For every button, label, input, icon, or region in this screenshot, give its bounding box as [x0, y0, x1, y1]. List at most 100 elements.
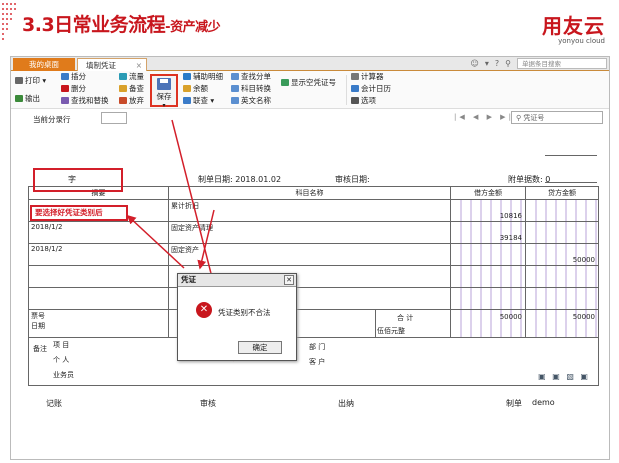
bookkeep-label: 记账	[46, 399, 62, 408]
total-debit-cell: 50000	[450, 309, 526, 338]
credit-cell[interactable]	[525, 287, 599, 310]
table-row: 2018/1/2 固定资产清理 39184	[28, 221, 599, 244]
calendar-icon	[351, 85, 359, 92]
english-name-label: 英文名称	[241, 96, 271, 105]
tab-home[interactable]: 我的桌面	[13, 58, 75, 71]
slide-title: 3.3日常业务流程-资产减少	[22, 10, 221, 37]
smiley-icon[interactable]: ☺	[471, 59, 479, 68]
voucher-search-input[interactable]: ⚲ 凭证号	[511, 111, 603, 124]
ticket-date-label: 日期	[31, 322, 45, 330]
col-debit-header: 借方金额	[450, 186, 526, 200]
export-button[interactable]: 输出	[15, 93, 40, 105]
view-split-button[interactable]: 查找分单	[231, 71, 271, 83]
aux-detail-button[interactable]: 辅助明细	[183, 71, 223, 83]
tab-bar: 我的桌面 填制凭证 × ☺ ▾ ? ⚲ 单据条目搜索	[11, 57, 609, 71]
dropdown-icon[interactable]: ▾	[485, 59, 489, 68]
insert-entry-button[interactable]: 插分	[61, 71, 86, 83]
summary-cell[interactable]: 2018/1/2	[28, 243, 169, 266]
review-date-label: 审核日期:	[335, 175, 370, 184]
total-divider	[375, 310, 376, 337]
total-credit-cell: 50000	[525, 309, 599, 338]
attach-count: 附单据数: 0	[508, 174, 550, 185]
print-button[interactable]: 打印 ▾	[15, 75, 46, 87]
credit-cell[interactable]: 50000	[525, 243, 599, 266]
subject-cell[interactable]: 累计折旧	[168, 199, 451, 222]
debit-value: 39184	[499, 234, 522, 242]
calculator-icon	[351, 73, 359, 80]
contact-icon	[183, 97, 191, 104]
printer-icon	[15, 77, 23, 84]
convert-icon	[231, 85, 239, 92]
english-icon	[231, 97, 239, 104]
contact-label: 联查	[193, 96, 208, 105]
show-empty-voucher-button[interactable]: 显示空凭证号	[281, 77, 336, 89]
brand-logo: 用友云 yonyou cloud	[542, 10, 605, 45]
dialog-titlebar: 凭证 ✕	[178, 274, 296, 287]
credit-cell[interactable]	[525, 199, 599, 222]
credit-cell[interactable]	[525, 265, 599, 288]
help-icon[interactable]: ?	[495, 59, 499, 68]
balance-button[interactable]: 余额	[183, 83, 208, 95]
subject-cell[interactable]: 固定资产	[168, 243, 451, 266]
subject-convert-button[interactable]: 科目转换	[231, 83, 271, 95]
save-button[interactable]: 保存 ▾	[150, 74, 178, 109]
debit-cell[interactable]	[450, 287, 526, 310]
debit-cell[interactable]: 39184	[450, 221, 526, 244]
table-row	[28, 265, 599, 288]
calculator-button[interactable]: 计算器	[351, 71, 384, 83]
aux-detail-label: 辅助明细	[193, 72, 223, 81]
balance-label: 余额	[193, 84, 208, 93]
subject-cell[interactable]: 固定资产清理	[168, 221, 451, 244]
find-replace-button[interactable]: 查找和替换	[61, 95, 109, 107]
note-button[interactable]: 备查	[119, 83, 144, 95]
current-row-input[interactable]	[101, 112, 127, 124]
options-label: 选项	[361, 96, 376, 105]
options-button[interactable]: 选项	[351, 95, 376, 107]
attach-label: 附单据数:	[508, 175, 543, 184]
ok-button[interactable]: 确定	[238, 341, 282, 354]
contact-button[interactable]: 联查 ▾	[183, 95, 214, 107]
view-split-label: 查找分单	[241, 72, 271, 81]
debit-cell[interactable]	[450, 265, 526, 288]
ticket-cell[interactable]: 票号 日期	[28, 309, 169, 338]
discard-button[interactable]: 放弃	[119, 95, 144, 107]
print-label: 打印	[25, 76, 40, 85]
delete-entry-button[interactable]: 删分	[61, 83, 86, 95]
total-label: 合 计	[397, 314, 414, 322]
flow-icon	[119, 73, 127, 80]
make-date-label: 制单日期:	[198, 175, 233, 184]
voucher-type-highlight	[33, 168, 123, 192]
toolbar: 打印 ▾ 输出 插分 删分 查找和替换 流量 备查 放弃 保存 ▾ 辅助明细 余…	[11, 71, 609, 109]
voucher-mini-icons[interactable]: ▣ ▣ ▧ ▣	[538, 372, 590, 381]
tab-fill-voucher[interactable]: 填制凭证 ×	[77, 58, 147, 71]
note-cell: 备注 项 目 个 人 业务员 部 门 客 户 ▣ ▣ ▧ ▣	[28, 337, 599, 386]
english-name-button[interactable]: 英文名称	[231, 95, 271, 107]
summary-cell[interactable]	[28, 265, 169, 288]
insert-icon	[61, 73, 69, 80]
flow-label: 流量	[129, 72, 144, 81]
maker-value: demo	[532, 398, 555, 407]
summary-cell[interactable]	[28, 287, 169, 310]
annotation-label: 要选择好凭证类别后	[30, 205, 128, 221]
credit-cell[interactable]	[525, 221, 599, 244]
cashier-label: 出纳	[338, 399, 354, 408]
close-icon[interactable]: ✕	[284, 275, 294, 285]
debit-cell[interactable]: 10816	[450, 199, 526, 222]
person-label: 个 人	[53, 356, 70, 364]
note-label: 备查	[129, 84, 144, 93]
find-replace-label: 查找和替换	[71, 96, 109, 105]
top-search-input[interactable]: 单据条目搜索	[517, 58, 607, 69]
debit-value: 10816	[499, 212, 522, 220]
show-empty-icon	[281, 79, 289, 86]
debit-cell[interactable]	[450, 243, 526, 266]
flow-button[interactable]: 流量	[119, 71, 144, 83]
chevron-down-icon: ▾	[162, 102, 166, 109]
make-date-value[interactable]: 2018.01.02	[235, 175, 281, 184]
filter-row: 当前分录行 |◀ ◀ ▶ ▶| ⚲ 凭证号	[11, 109, 609, 129]
discard-icon	[119, 97, 127, 104]
summary-cell[interactable]: 2018/1/2	[28, 221, 169, 244]
calendar-button[interactable]: 会计日历	[351, 83, 391, 95]
note-icon	[119, 85, 127, 92]
record-nav[interactable]: |◀ ◀ ▶ ▶|	[454, 113, 514, 121]
total-debit-value: 50000	[499, 313, 522, 321]
